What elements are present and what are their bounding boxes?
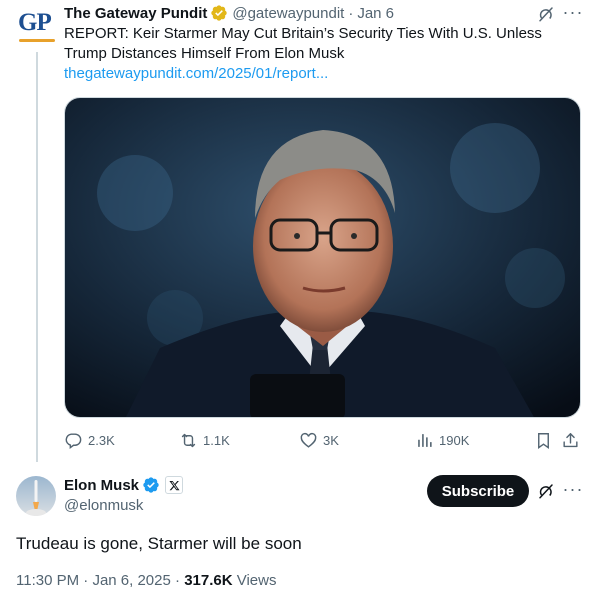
main-tweet-text: Trudeau is gone, Starmer will be soon <box>16 534 302 553</box>
bookmark-icon <box>538 432 549 449</box>
gp-avatar-underline <box>19 39 55 42</box>
share-button[interactable] <box>561 428 585 452</box>
quoted-tweet-photo[interactable] <box>64 97 581 418</box>
rocket-launch-avatar-image <box>16 476 56 516</box>
gold-verified-badge-icon[interactable] <box>210 4 228 22</box>
views-chart-icon <box>418 433 432 447</box>
repost-count: 1.1K <box>203 432 230 448</box>
tweet-metadata: 11:30 PM · Jan 6, 2025 · 317.6K Views <box>16 571 276 591</box>
quoted-tweet-header: The Gateway Pundit @gatewaypundit · Jan … <box>64 3 394 23</box>
photo-illustration <box>65 98 580 417</box>
bookmark-button[interactable] <box>534 428 558 452</box>
main-tweet-author-row: Elon Musk <box>64 475 184 495</box>
reply-count: 2.3K <box>88 432 115 448</box>
gateway-pundit-avatar[interactable]: GP <box>16 6 56 46</box>
tweet-time[interactable]: 11:30 PM <box>16 572 79 589</box>
x-logo-icon <box>168 480 180 490</box>
main-author-handle[interactable]: @elonmusk <box>64 496 143 516</box>
more-options-icon[interactable]: ··· <box>562 2 584 22</box>
quoted-header-separator: · <box>348 4 354 22</box>
grok-icon[interactable] <box>537 5 555 23</box>
more-options-icon[interactable]: ··· <box>562 479 584 499</box>
views-button[interactable]: 190K <box>415 428 469 452</box>
quoted-author-name[interactable]: The Gateway Pundit <box>64 5 207 22</box>
reply-button[interactable]: 2.3K <box>64 428 115 452</box>
like-button[interactable]: 3K <box>299 428 339 452</box>
repost-icon <box>181 433 196 447</box>
grok-icon[interactable] <box>537 482 555 500</box>
tweet-date[interactable]: Jan 6, 2025 <box>92 572 170 589</box>
heart-icon <box>300 432 317 448</box>
gp-avatar-text: GP <box>18 9 52 36</box>
quoted-tweet-link[interactable]: thegatewaypundit.com/2025/01/report... <box>64 64 328 84</box>
meta-separator: · <box>83 572 89 589</box>
repost-button[interactable]: 1.1K <box>179 428 230 452</box>
subscribe-button[interactable]: Subscribe <box>427 475 529 507</box>
thread-connector-line <box>36 52 38 462</box>
meta-separator: · <box>175 572 181 589</box>
quoted-tweet-date[interactable]: Jan 6 <box>357 5 394 22</box>
reply-icon <box>65 432 82 449</box>
tweet-views-count: 317.6K <box>184 572 233 589</box>
main-author-name[interactable]: Elon Musk <box>64 477 139 494</box>
quoted-tweet-text: REPORT: Keir Starmer May Cut Britain’s S… <box>64 25 542 62</box>
quoted-author-handle[interactable]: @gatewaypundit <box>232 5 344 22</box>
share-icon <box>563 432 578 447</box>
like-count: 3K <box>323 432 339 448</box>
views-count: 190K <box>439 432 470 448</box>
blue-verified-badge-icon[interactable] <box>142 476 160 494</box>
x-affiliate-badge[interactable] <box>165 476 184 494</box>
tweet-views-label: Views <box>236 572 277 589</box>
quoted-tweet-action-bar: 2.3K 1.1K 3K 190K <box>64 428 581 452</box>
elon-musk-avatar[interactable] <box>16 476 56 516</box>
